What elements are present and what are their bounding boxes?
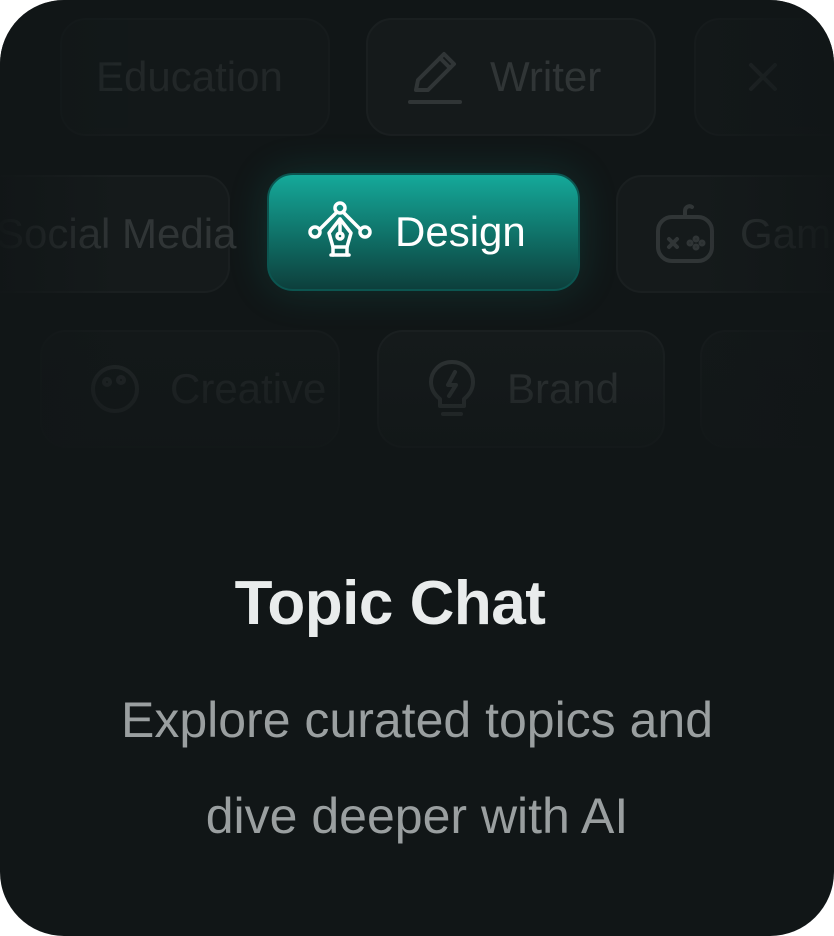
chip-brand[interactable]: Brand [377,330,665,448]
palette-icon [82,356,148,422]
chip-close[interactable] [694,18,834,136]
chip-games[interactable]: Games [616,175,834,293]
chip-design-label: Design [395,208,526,255]
vector-pen-icon [307,199,373,265]
pencil-icon [402,44,468,110]
gamepad-icon [652,201,718,267]
chip-creative-label: Creative [170,365,327,412]
subtitle-line-2: dive deeper with AI [205,788,629,844]
subtitle-line-1: Explore curated topics and [120,692,714,748]
close-icon [730,44,796,110]
topic-chat-card: Education Writer Social Media Design Gam… [0,0,834,936]
chip-social-media[interactable]: Social Media [0,175,236,293]
page-subtitle: Explore curated topics and dive deeper w… [0,672,834,864]
chip-design[interactable]: Design [267,173,580,291]
chip-brand-label: Brand [507,365,620,412]
page-title: Topic Chat [234,569,546,638]
chip-writer-label: Writer [490,53,602,100]
chip-education-label: Education [96,53,283,100]
chip-creative[interactable]: Creative [40,330,340,448]
chip-education[interactable]: Education [60,18,330,136]
chip-writer[interactable]: Writer [366,18,656,136]
chip-social-media-label: Social Media [0,210,237,257]
chip-games-label: Games [740,210,834,257]
chip-partial-right[interactable] [700,330,834,448]
lightbulb-icon [419,356,485,422]
topic-chips-area: Education Writer Social Media Design Gam… [0,0,834,480]
